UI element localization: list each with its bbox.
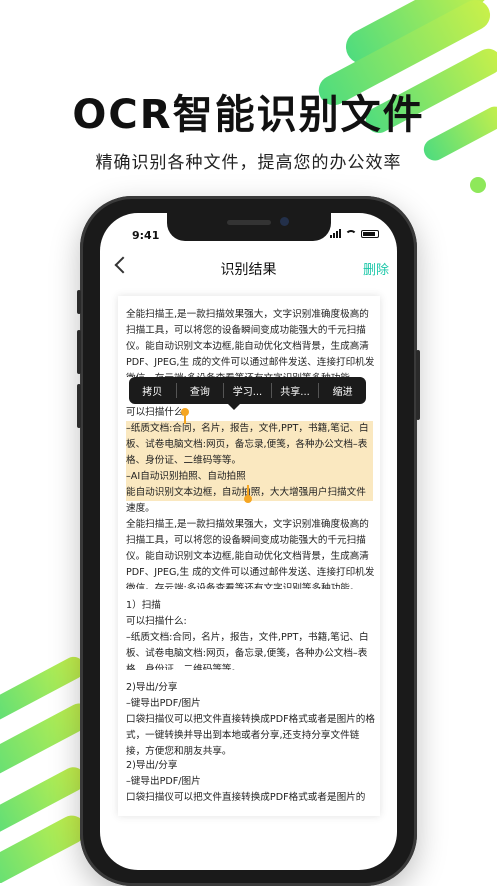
menu-share[interactable]: 共享... [272, 383, 320, 398]
phone-volume-up [77, 330, 81, 374]
phone-power-button [416, 350, 420, 420]
battery-icon [361, 229, 379, 238]
phone-volume-down [77, 384, 81, 428]
watermark-text: 1t⋯⋯ 4.4WYX.COM [130, 848, 363, 872]
section-3-title: 2)导出/分享 [126, 760, 178, 771]
front-camera [280, 217, 289, 226]
promo-headline: OCR智能识别文件 [72, 92, 425, 138]
menu-pointer [227, 403, 241, 410]
wifi-icon [345, 229, 357, 238]
section-1-title: 1）扫描 [126, 600, 161, 611]
status-time: 9:41 [132, 229, 160, 242]
phone-side-button [77, 290, 81, 314]
selection-end-handle[interactable] [244, 485, 252, 503]
menu-learn[interactable]: 学习... [224, 383, 272, 398]
status-icons [330, 229, 379, 238]
section-3-body: –键导出PDF/图片 口袋扫描仪可以把文件直接转换成PDF格式或者是图片的 [126, 776, 366, 803]
doc-paragraph-2: 全能扫描王,是一款扫描效果强大，文字识别准确度极高的扫描工具，可以将您的设备瞬间… [126, 519, 375, 589]
page-title: 识别结果 [220, 262, 277, 278]
signal-icon [330, 229, 341, 238]
menu-indent[interactable]: 缩进 [319, 383, 366, 398]
menu-copy[interactable]: 拷贝 [129, 383, 177, 398]
selection-start-handle[interactable] [181, 408, 189, 424]
section-2-title: 2)导出/分享 [126, 682, 178, 693]
phone-notch [167, 213, 331, 241]
promo-subline: 精确识别各种文件，提高您的办公效率 [95, 153, 402, 173]
doc-paragraph-1: 全能扫描王,是一款扫描效果强大，文字识别准确度极高的扫描工具，可以将您的设备瞬间… [126, 309, 375, 377]
menu-lookup[interactable]: 查询 [177, 383, 225, 398]
section-2-body: –键导出PDF/图片 口袋扫描仪可以把文件直接转换成PDF格式或者是图片的格式，… [126, 698, 375, 756]
text-selection-menu: 拷贝 查询 学习... 共享... 缩进 [129, 377, 366, 404]
delete-button[interactable]: 删除 [363, 259, 389, 278]
speaker [227, 220, 271, 225]
selected-text[interactable]: –纸质文档:合同，名片，报告，文件,PPT，书籍,笔记、白板、试卷电脑文档:网页… [126, 421, 373, 514]
section-1-body: 可以扫描什么: –纸质文档:合同，名片，报告，文件,PPT，书籍,笔记、白板、试… [126, 616, 369, 670]
